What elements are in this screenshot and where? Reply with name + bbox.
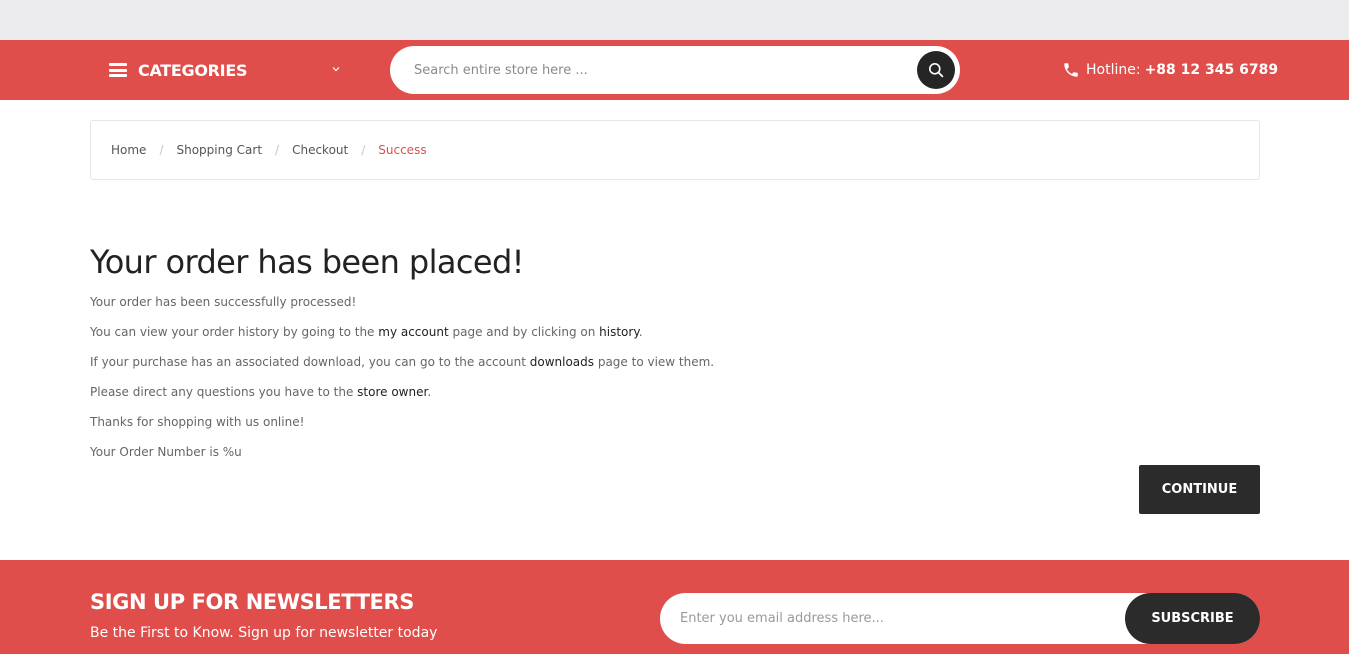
search-input[interactable] (414, 46, 894, 94)
page-title: Your order has been placed! (90, 243, 525, 281)
order-success-content: Your order has been placed! Your order h… (90, 240, 1260, 474)
newsletter-subtitle: Be the First to Know. Sign up for newsle… (90, 625, 438, 641)
breadcrumb-success[interactable]: Success (378, 143, 426, 157)
history-link[interactable]: history (599, 325, 639, 339)
text: . (638, 325, 643, 339)
order-history-message: You can view your order history by going… (90, 324, 1260, 340)
text: . (427, 385, 432, 399)
order-number-message: Your Order Number is %u (90, 444, 1260, 460)
chevron-down-icon (332, 67, 340, 72)
text: You can view your order history by going… (90, 325, 379, 339)
thanks-message: Thanks for shopping with us online! (90, 414, 1260, 430)
success-text: Your order has been successfully process… (90, 295, 357, 309)
questions-message: Please direct any questions you have to … (90, 384, 1260, 400)
continue-button[interactable]: CONTINUE (1139, 465, 1260, 514)
categories-label: CATEGORIES (138, 60, 248, 80)
search-icon (929, 63, 944, 78)
phone-icon (1064, 63, 1078, 77)
hotline-number[interactable]: +88 12 345 6789 (1145, 62, 1279, 78)
page-scrollbar[interactable] (1349, 0, 1366, 654)
hamburger-icon (109, 63, 127, 77)
newsletter-section: SIGN UP FOR NEWSLETTERS Be the First to … (0, 560, 1349, 654)
breadcrumb-separator: / (159, 143, 164, 157)
hotline-label: Hotline: (1086, 62, 1141, 78)
subscribe-button[interactable]: SUBSCRIBE (1125, 593, 1260, 644)
breadcrumb-shopping-cart[interactable]: Shopping Cart (176, 143, 262, 157)
success-message: Your order has been successfully process… (90, 294, 1260, 310)
text: Please direct any questions you have to … (90, 385, 358, 399)
newsletter-email-input[interactable] (680, 593, 1120, 644)
breadcrumb: Home / Shopping Cart / Checkout / Succes… (90, 120, 1260, 180)
text: If your purchase has an associated downl… (90, 355, 530, 369)
text: page and by clicking on (448, 325, 600, 339)
my-account-link[interactable]: my account (378, 325, 448, 339)
breadcrumb-separator: / (275, 143, 280, 157)
browser-top-strip (0, 0, 1366, 40)
breadcrumb-checkout[interactable]: Checkout (292, 143, 348, 157)
search-box (390, 46, 960, 94)
text: page to view them. (594, 355, 715, 369)
header-bar: CATEGORIES Hotline: +88 12 345 6789 (0, 40, 1349, 100)
breadcrumb-home[interactable]: Home (111, 143, 146, 157)
breadcrumb-separator: / (361, 143, 366, 157)
text: Thanks for shopping with us online! (90, 415, 305, 429)
downloads-link[interactable]: downloads (530, 355, 594, 369)
newsletter-form: SUBSCRIBE (660, 593, 1260, 644)
downloads-message: If your purchase has an associated downl… (90, 354, 1260, 370)
search-button[interactable] (917, 51, 955, 89)
store-owner-link[interactable]: store owner (357, 385, 427, 399)
text: Your Order Number is %u (90, 445, 242, 459)
newsletter-title: SIGN UP FOR NEWSLETTERS (90, 590, 415, 614)
hotline: Hotline: +88 12 345 6789 (1062, 40, 1278, 100)
categories-menu-toggle[interactable]: CATEGORIES (109, 40, 349, 100)
